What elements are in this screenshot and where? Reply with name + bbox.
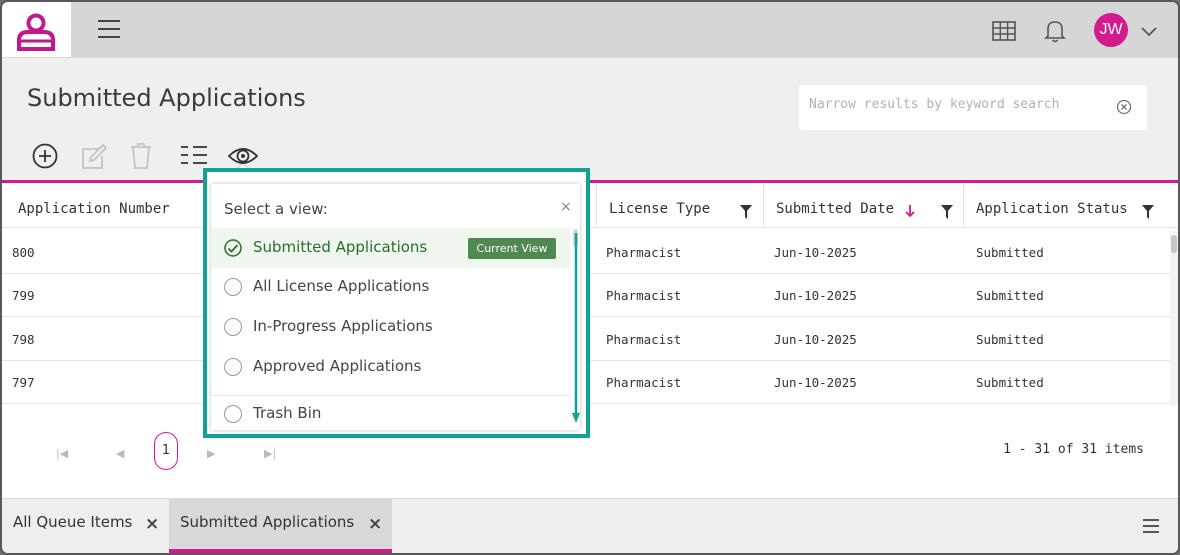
scrollbar-thumb[interactable] — [1171, 235, 1177, 253]
user-lock-icon[interactable] — [2, 2, 71, 57]
columns-list-icon[interactable] — [179, 141, 209, 171]
view-selector-highlight: Select a view: × Submitted Applications … — [203, 168, 590, 438]
pager: |◀ ◀ 1 ▶ ▶| 1 - 31 of 31 items — [2, 406, 1178, 498]
radio-icon — [224, 278, 242, 296]
hamburger-icon[interactable] — [98, 20, 120, 38]
first-page-icon[interactable]: |◀ — [56, 447, 68, 460]
status-cell: Submitted — [976, 288, 1044, 303]
dropdown-heading: Select a view: — [224, 200, 328, 218]
column-header-application-status[interactable]: Application Status — [964, 183, 1170, 228]
check-circle-icon — [224, 239, 242, 257]
tabs-menu-icon[interactable] — [1143, 519, 1159, 533]
applications-table: Application Number License Type Submitte… — [2, 180, 1178, 409]
submitted-date-cell: Jun-10-2025 — [774, 375, 857, 390]
current-view-badge: Current View — [468, 238, 556, 259]
trash-icon[interactable] — [127, 141, 157, 171]
table-scrollbar[interactable] — [1170, 231, 1178, 409]
search-input[interactable] — [809, 97, 1109, 112]
current-page-button[interactable]: 1 — [154, 432, 178, 470]
edit-icon[interactable] — [79, 141, 109, 171]
status-cell: Submitted — [976, 332, 1044, 347]
submitted-date-cell: Jun-10-2025 — [774, 332, 857, 347]
tab-all-queue-items[interactable]: All Queue Items × — [2, 499, 169, 553]
license-type-cell: Pharmacist — [606, 288, 682, 303]
application-number-cell: 797 — [12, 375, 35, 390]
last-page-icon[interactable]: ▶| — [264, 447, 276, 460]
column-header-license-type[interactable]: License Type — [596, 183, 764, 228]
tab-submitted-applications[interactable]: Submitted Applications × — [169, 499, 392, 553]
application-number-cell: 798 — [12, 332, 35, 347]
app-window: JW Submitted Applications Narrow results… — [0, 0, 1180, 555]
prev-page-icon[interactable]: ◀ — [116, 447, 124, 460]
sort-down-arrow-icon[interactable] — [905, 203, 915, 222]
grid-icon[interactable] — [992, 21, 1016, 45]
bell-icon[interactable] — [1044, 19, 1066, 47]
avatar[interactable]: JW — [1094, 13, 1128, 47]
view-option-all-license-applications[interactable]: All License Applications — [211, 267, 570, 307]
view-option-approved-applications[interactable]: Approved Applications — [211, 347, 570, 387]
table-header: Application Number License Type Submitte… — [2, 183, 1178, 228]
license-type-cell: Pharmacist — [606, 332, 682, 347]
radio-icon — [224, 358, 242, 376]
close-icon[interactable]: × — [560, 199, 572, 215]
view-option-submitted-applications[interactable]: Submitted Applications Current View — [211, 228, 570, 268]
view-option-trash-bin[interactable]: Trash Bin — [211, 394, 570, 434]
status-cell: Submitted — [976, 245, 1044, 260]
chevron-down-icon[interactable] — [1140, 22, 1158, 41]
top-bar: JW — [2, 2, 1178, 58]
clear-search-icon[interactable] — [1116, 99, 1132, 119]
close-tab-icon[interactable]: × — [145, 514, 159, 534]
submitted-date-cell: Jun-10-2025 — [774, 245, 857, 260]
license-type-cell: Pharmacist — [606, 375, 682, 390]
search-box — [799, 85, 1147, 130]
view-selector-dropdown: Select a view: × Submitted Applications … — [211, 184, 580, 430]
dropdown-scroll-arrow-icon[interactable] — [572, 229, 580, 427]
bottom-tab-bar: All Queue Items × Submitted Applications… — [2, 498, 1178, 553]
close-tab-icon[interactable]: × — [368, 514, 382, 534]
application-number-cell: 799 — [12, 288, 35, 303]
column-header-submitted-date[interactable]: Submitted Date — [764, 183, 964, 228]
add-circle-icon[interactable] — [31, 141, 61, 171]
status-cell: Submitted — [976, 375, 1044, 390]
page-title: Submitted Applications — [27, 84, 306, 112]
filter-icon[interactable] — [1142, 204, 1154, 223]
submitted-date-cell: Jun-10-2025 — [774, 288, 857, 303]
license-type-cell: Pharmacist — [606, 245, 682, 260]
application-number-cell: 800 — [12, 245, 35, 260]
next-page-icon[interactable]: ▶ — [207, 447, 215, 460]
radio-icon — [224, 318, 242, 336]
filter-icon[interactable] — [941, 204, 953, 223]
filter-icon[interactable] — [740, 204, 752, 223]
pager-info: 1 - 31 of 31 items — [1003, 442, 1144, 457]
view-option-in-progress-applications[interactable]: In-Progress Applications — [211, 307, 570, 347]
radio-icon — [224, 405, 242, 423]
